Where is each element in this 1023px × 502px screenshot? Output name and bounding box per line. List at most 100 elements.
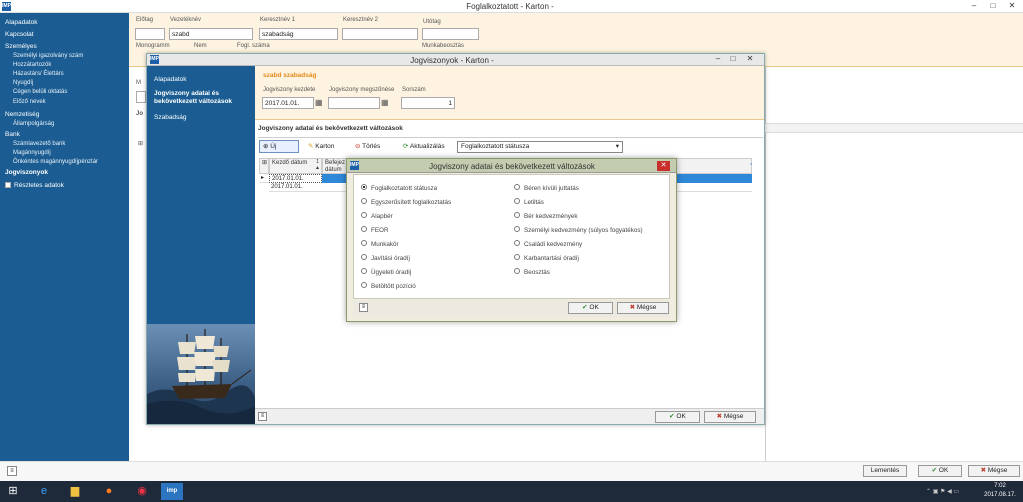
clock-date[interactable]: 2017.08.17. [980, 492, 1020, 498]
option-label: Munkakör [371, 241, 399, 248]
sidebar-item-jogviszonyok[interactable]: Jogviszonyok [5, 169, 48, 176]
sidebar-item-kapcsolat[interactable]: Kapcsolat [5, 31, 34, 38]
sidebar-item-allampolgarsag[interactable]: Állampolgárság [13, 121, 54, 127]
calendar-icon[interactable]: ▦ [315, 98, 323, 107]
grid-header-kezdo[interactable]: Kezdő dátum 1 ▲ [269, 158, 322, 174]
imp-app-icon[interactable]: imp [161, 483, 183, 500]
grid-icon: ⊞ [138, 141, 144, 147]
vezeteknev-field[interactable]: szabd [169, 28, 253, 40]
maximize-icon[interactable]: □ [987, 1, 999, 10]
clock-time[interactable]: 7:02 [980, 483, 1020, 489]
utotag-field[interactable] [422, 28, 479, 40]
option-label: Családi kedvezmény [524, 241, 583, 248]
radio-icon [361, 198, 367, 205]
ship-image [147, 324, 255, 424]
nav-jogviszony-adatai[interactable]: Jogviszony adatai és bekövetkezett válto… [154, 90, 252, 106]
sidebar-item-hozzatartozok[interactable]: Hozzátartozók [13, 62, 51, 68]
close-icon[interactable]: ✕ [657, 161, 670, 171]
details-checkbox-row[interactable]: Részletes adatok [5, 182, 64, 189]
sidebar-item-alapadatok[interactable]: Alapadatok [5, 19, 38, 26]
option-5[interactable]: Javítási óradíj [361, 254, 410, 263]
keresztnev2-label: Keresztnév 2 [343, 17, 379, 23]
windows-start-icon[interactable]: ⊞ [4, 483, 22, 500]
file-explorer-icon[interactable]: ▆ [66, 483, 84, 500]
option-6[interactable]: Ügyeleti óradíj [361, 268, 411, 277]
radio-icon [514, 254, 520, 261]
sidebar-item-magannyugdij[interactable]: Magánnyugdíj [13, 150, 51, 156]
option-12[interactable]: Családi kedvezmény [514, 240, 583, 249]
elotag-field[interactable] [135, 28, 165, 40]
dialog-titlebar: IMP Jogviszony adatai és bekövetkezett v… [347, 159, 676, 173]
check-icon: ✔ [669, 413, 675, 420]
save-button[interactable]: Lementés [863, 465, 907, 477]
check-icon: ✔ [582, 304, 588, 311]
close-icon[interactable]: ✕ [1006, 1, 1018, 10]
chrome-icon[interactable]: ◉ [133, 483, 151, 500]
close-icon[interactable]: ✕ [744, 54, 756, 63]
notes-icon[interactable]: ≡ [7, 466, 17, 476]
change-type-value: Foglalkoztatott státusza [461, 143, 530, 150]
option-0[interactable]: Foglalkoztatott státusza [361, 184, 437, 193]
megszunese-field[interactable] [328, 97, 380, 109]
option-11[interactable]: Személyi kedvezmény (súlyos fogyatékos) [514, 226, 643, 235]
karton-button[interactable]: ✎ Karton [304, 140, 338, 153]
column-chooser-icon[interactable]: ▫ [750, 162, 752, 168]
notes-icon[interactable]: ≡ [359, 303, 368, 312]
table-row[interactable]: 2017.01.01. [269, 174, 322, 183]
check-icon: ✔ [931, 467, 938, 474]
sidebar-item-elozo-nevek[interactable]: Előző nevek [13, 99, 46, 105]
radio-icon [361, 268, 367, 275]
dialog-ok-button[interactable]: ✔ OK [568, 302, 613, 314]
option-8[interactable]: Béren kívüli juttatás [514, 184, 579, 193]
new-button[interactable]: ⊕ Új [259, 140, 299, 153]
firefox-icon[interactable]: ● [100, 483, 118, 500]
change-type-select[interactable]: Foglalkoztatott státusza ▾ [457, 141, 623, 153]
update-label: Aktualizálás [409, 143, 445, 150]
sidebar-item-bank[interactable]: Bank [5, 131, 20, 138]
sidebar-item-szemelyi[interactable]: Személyi igazolvány szám [13, 53, 83, 59]
update-button[interactable]: ⟳ Aktualizálás [399, 140, 449, 153]
ok-label: OK [589, 304, 599, 311]
tray-icons[interactable]: ⌃ ▣ ⚑ ◀ ▭ [926, 488, 959, 495]
option-7[interactable]: Betöltött pozíció [361, 282, 416, 291]
internet-explorer-icon[interactable]: e [35, 483, 53, 500]
minimize-icon[interactable]: – [968, 1, 980, 10]
radio-icon [514, 226, 520, 233]
cancel-label: Mégse [987, 467, 1008, 474]
sidebar-item-nyugdij[interactable]: Nyugdíj [13, 80, 33, 86]
sidebar-item-szemelyes[interactable]: Személyes [5, 43, 37, 50]
nav-alapadatok[interactable]: Alapadatok [154, 76, 187, 83]
option-10[interactable]: Bér kedvezmények [514, 212, 578, 221]
sidebar-item-nemzetiseg[interactable]: Nemzetiség [5, 111, 39, 118]
kezdete-field[interactable]: 2017.01.01. [262, 97, 314, 109]
option-1[interactable]: Egyszerűsített foglalkoztatás [361, 198, 451, 207]
details-checkbox[interactable] [5, 182, 11, 189]
cancel-button[interactable]: ✖ Mégse [704, 411, 756, 423]
calendar-icon[interactable]: ▦ [381, 98, 389, 107]
main-cancel-button[interactable]: ✖ Mégse [968, 465, 1020, 477]
notes-icon[interactable]: ≡ [258, 412, 267, 421]
ok-button[interactable]: ✔ OK [655, 411, 700, 423]
dialog-cancel-button[interactable]: ✖ Mégse [617, 302, 669, 314]
option-14[interactable]: Beosztás [514, 268, 550, 277]
sidebar-item-onkentes[interactable]: Önkéntes magánnyugdíjpénztár [13, 159, 98, 165]
sorszam-field[interactable]: 1 [401, 97, 455, 109]
main-ok-button[interactable]: ✔ OK [918, 465, 962, 477]
option-3[interactable]: FEOR [361, 226, 389, 235]
option-13[interactable]: Karbantartási óradíj [514, 254, 579, 263]
delete-button[interactable]: ⊖ Törlés [351, 140, 384, 153]
sidebar-item-szamlavezeto[interactable]: Számlavezető bank [13, 141, 65, 147]
maximize-icon[interactable]: □ [727, 54, 739, 63]
sidebar-item-oktatas[interactable]: Cégen belüli oktatás [13, 89, 67, 95]
minimize-icon[interactable]: – [712, 54, 724, 63]
option-9[interactable]: Letiltás [514, 198, 544, 207]
option-2[interactable]: Alapbér [361, 212, 393, 221]
sort-asc-icon: ▲ [315, 165, 320, 171]
sidebar-item-hazastars[interactable]: Házastárs/ Élettárs [13, 71, 64, 77]
m-field[interactable] [136, 91, 146, 103]
option-4[interactable]: Munkakör [361, 240, 399, 249]
nav-szabadsag[interactable]: Szabadság [154, 114, 187, 121]
keresztnev2-field[interactable] [342, 28, 418, 40]
keresztnev1-field[interactable]: szabadság [259, 28, 338, 40]
table-row[interactable]: 2017.01.01. [269, 183, 322, 192]
